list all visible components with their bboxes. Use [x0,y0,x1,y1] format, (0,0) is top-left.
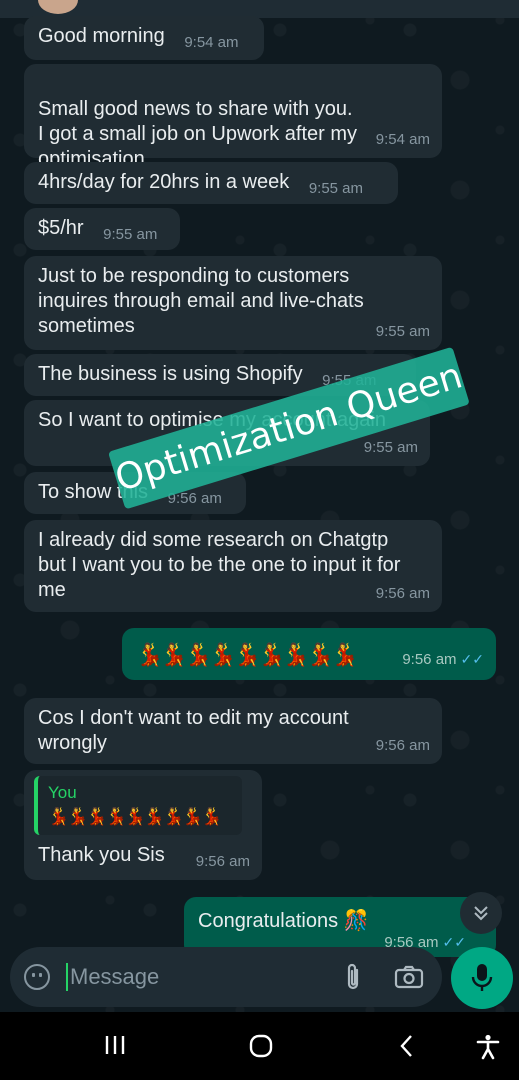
message-text: The business is using Shopify [38,363,303,385]
reply-emoji: 💃💃💃💃💃💃💃💃💃 [48,807,223,826]
message-time-text: 9:56 am [402,651,457,668]
message-bubble[interactable]: Good morning 9:54 am [24,16,264,60]
message-time: 9:55 am [103,226,158,243]
message-text: Congratulations 🎊 [198,910,369,932]
system-navigation-bar [0,1012,519,1080]
message-input[interactable] [70,961,330,993]
avatar[interactable] [38,0,78,14]
read-ticks-icon: ✓✓ [460,651,484,667]
message-text: Thank you Sis [38,844,165,866]
read-ticks-icon: ✓✓ [442,934,466,950]
message-bubble[interactable]: I already did some research on Chatgtp b… [24,520,442,612]
mic-icon [471,964,493,991]
message-time: 9:56 am ✓✓ [402,647,484,672]
voice-record-button[interactable] [451,947,513,1009]
message-time: 9:54 am [184,34,239,51]
message-text: Good morning [38,25,165,47]
chat-background: Good morning 9:54 am Small good news to … [0,0,519,1012]
message-bubble-outgoing[interactable]: 💃💃💃💃💃💃💃💃💃 9:56 am ✓✓ [122,628,496,680]
scroll-down-icon [474,906,488,921]
back-icon[interactable] [398,1034,416,1058]
message-composer [10,947,442,1007]
accessibility-icon[interactable] [476,1034,500,1060]
message-time: 9:54 am [375,131,430,148]
recents-icon[interactable] [104,1034,126,1056]
home-icon[interactable] [249,1034,273,1058]
message-time: 9:55 am [308,180,364,197]
message-text: Cos I don't want to edit my account wron… [38,707,349,754]
message-text: 4hrs/day for 20hrs in a week [38,171,290,193]
message-bubble[interactable]: Small good news to share with you. I got… [24,64,442,170]
scroll-down-button[interactable] [460,892,502,934]
message-time: 9:56 am [195,853,250,870]
message-text: $5/hr [38,217,84,239]
emoji-icon[interactable] [24,964,50,990]
message-time: 9:56 am [375,737,430,754]
message-bubble-reply[interactable]: You 💃💃💃💃💃💃💃💃💃 Thank you Sis 9:56 am [24,770,262,880]
message-bubble[interactable]: Cos I don't want to edit my account wron… [24,698,442,764]
text-cursor [66,963,68,991]
message-emoji: 💃💃💃💃💃💃💃💃💃 [136,642,359,667]
reply-sender: You [48,783,77,802]
message-time: 9:56 am [375,585,430,602]
message-time: 9:55 am [375,323,430,340]
quoted-reply[interactable]: You 💃💃💃💃💃💃💃💃💃 [34,776,242,835]
message-bubble[interactable]: Just to be responding to customers inqui… [24,256,442,350]
attach-icon[interactable] [342,962,364,992]
message-text: I already did some research on Chatgtp b… [38,529,401,601]
message-time: 9:55 am [363,439,418,456]
message-bubble[interactable]: 4hrs/day for 20hrs in a week 9:55 am [24,162,398,204]
camera-icon[interactable] [394,965,424,989]
message-text: Just to be responding to customers inqui… [38,265,364,337]
message-text: Small good news to share with you. I got… [38,98,358,170]
message-bubble[interactable]: $5/hr 9:55 am [24,208,180,250]
